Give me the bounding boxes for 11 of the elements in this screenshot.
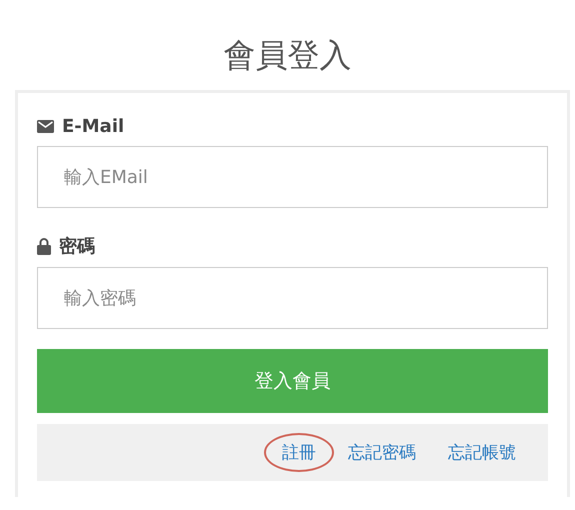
input-field[interactable]: 輸入EMail	[37, 146, 548, 208]
login-button[interactable]: 登入會員	[37, 349, 548, 414]
text-link[interactable]: 註冊	[264, 433, 334, 472]
input-field[interactable]: 輸入密碼	[37, 267, 548, 330]
page-title: 會員登入	[224, 36, 352, 74]
lock-icon	[37, 238, 51, 255]
text-link[interactable]: 忘記帳號	[446, 433, 518, 472]
field-label: 密碼	[59, 235, 95, 258]
field-label: E-Mail	[62, 116, 124, 138]
text-link[interactable]: 忘記密碼	[346, 433, 418, 472]
mail-icon	[37, 120, 54, 134]
